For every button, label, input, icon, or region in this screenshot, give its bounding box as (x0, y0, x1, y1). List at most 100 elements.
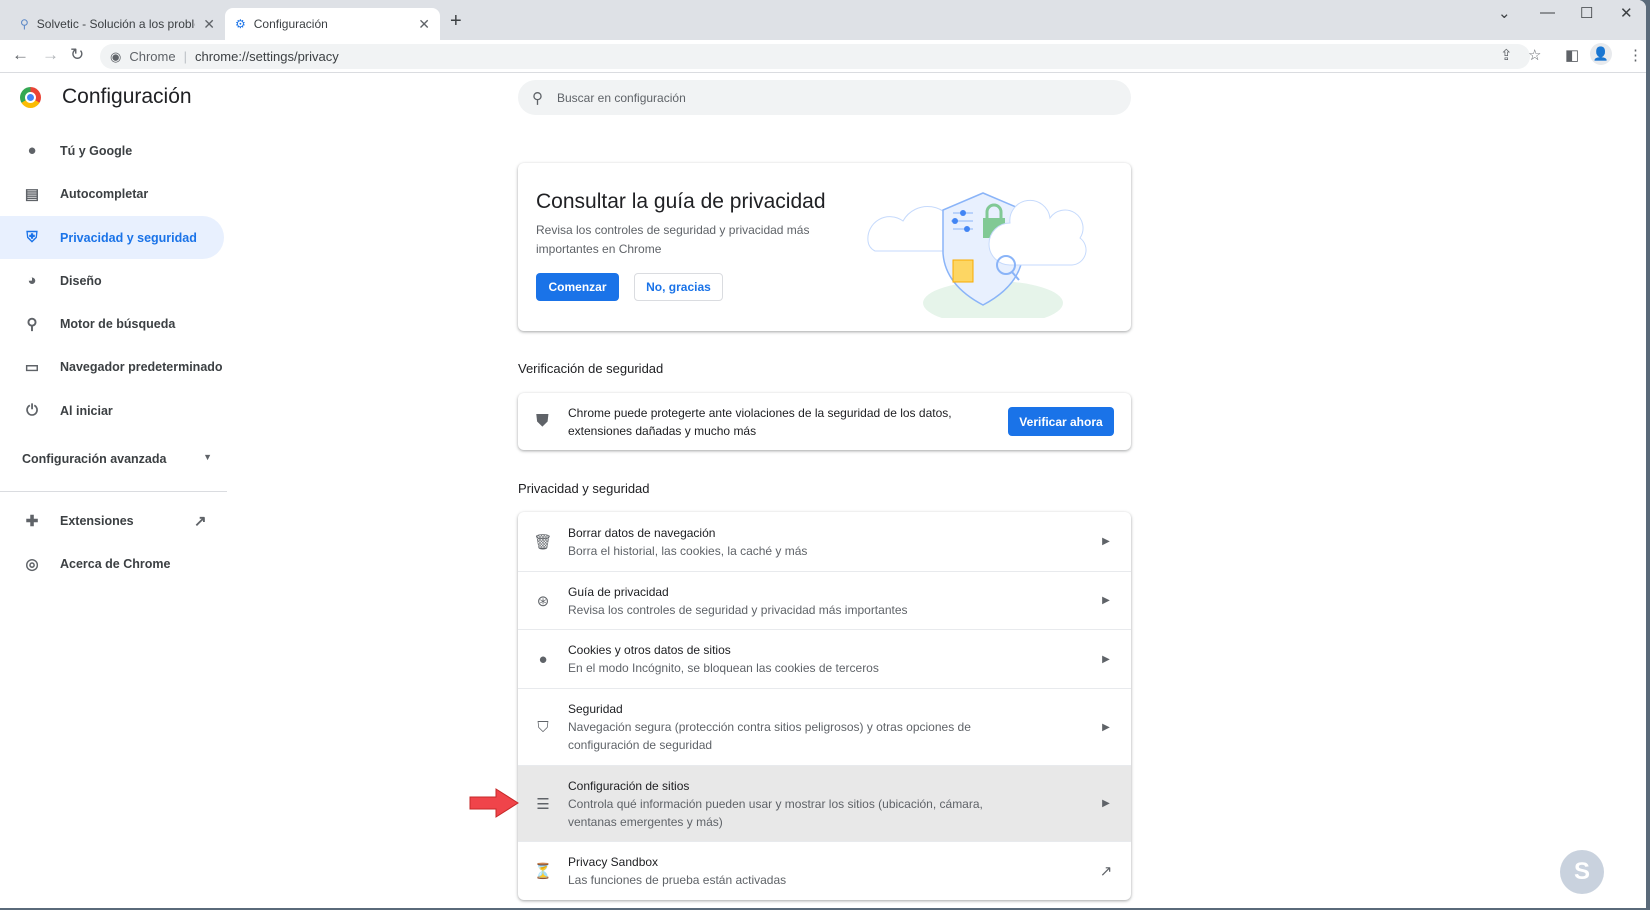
trash-icon: 🗑 (533, 533, 553, 551)
row-subtitle: Las funciones de prueba están activadas (568, 873, 787, 887)
row-subtitle: Revisa los controles de seguridad y priv… (568, 602, 908, 617)
sidebar-item-label: Extensiones (60, 513, 134, 528)
maximize-icon[interactable]: ☐ (1580, 4, 1593, 22)
browser-window: ⚲ Solvetic - Solución a los problemas ✕ … (0, 0, 1646, 908)
tab-solvetic[interactable]: ⚲ Solvetic - Solución a los problemas ✕ (10, 8, 225, 40)
row-title: Borrar datos de navegación (568, 525, 716, 540)
row-configuracion-sitios[interactable]: ☰ Configuración de sitios Controla qué inf… (518, 765, 1131, 841)
sidebar-item-label: Navegador predeterminado (60, 359, 223, 374)
menu-kebab-icon[interactable]: ⋮ (1628, 46, 1643, 64)
cookie-icon: ● (538, 650, 548, 668)
search-icon: ⚲ (26, 315, 38, 333)
power-icon: ⏻ (26, 402, 38, 419)
sidebar-item-diseno[interactable]: ◕ Diseño (0, 259, 224, 302)
tab-search-chevron-icon[interactable]: ⌄ (1498, 4, 1511, 22)
address-origin: Chrome (129, 49, 176, 64)
tune-icon: ☰ (536, 795, 550, 813)
row-title: Privacy Sandbox (568, 855, 659, 869)
row-privacy-sandbox[interactable]: ⏳ Privacy Sandbox Las funciones de prueba … (518, 841, 1131, 900)
sidebar-divider (0, 491, 227, 492)
sidebar-item-label: Tú y Google (60, 143, 133, 158)
row-seguridad[interactable]: ⛉ Seguridad Navegación segura (protección … (518, 688, 1131, 765)
caret-down-icon: ▼ (203, 452, 212, 462)
sidebar-item-acerca[interactable]: ◎ Acerca de Chrome (0, 542, 224, 585)
sidebar-item-tu-y-google[interactable]: ● Tú y Google (0, 129, 224, 172)
profile-avatar-icon[interactable]: 👤 (1590, 43, 1612, 65)
settings-search-input[interactable]: ⚲ Buscar en configuración (518, 80, 1131, 115)
sidebar-item-label: Motor de búsqueda (60, 316, 176, 331)
safety-check-text: Chrome puede protegerte ante violaciones… (568, 406, 952, 438)
row-title: Configuración de sitios (568, 778, 690, 793)
search-placeholder: Buscar en configuración (557, 90, 686, 105)
new-tab-plus-icon[interactable]: + (450, 10, 462, 33)
close-window-icon[interactable]: ✕ (1620, 4, 1633, 22)
tab-strip: ⚲ Solvetic - Solución a los problemas ✕ … (0, 0, 1646, 40)
close-tab-icon[interactable]: ✕ (418, 16, 430, 33)
sidebar-item-autocompletar[interactable]: ▤ Autocompletar (0, 172, 224, 215)
close-tab-icon[interactable]: ✕ (203, 16, 215, 33)
row-subtitle: Borra el historial, las cookies, la cach… (568, 543, 808, 558)
browser-icon: ▭ (24, 358, 40, 376)
sidebar-item-navegador[interactable]: ▭ Navegador predeterminado (0, 345, 224, 388)
watermark-logo: S (1560, 850, 1604, 894)
reload-icon[interactable]: ↻ (70, 45, 84, 65)
privacy-shield-illustration (867, 192, 1087, 318)
puzzle-icon: ✚ (25, 512, 39, 530)
advanced-settings-toggle[interactable]: Configuración avanzada ▼ (22, 452, 212, 466)
start-button[interactable]: Comenzar (536, 273, 619, 301)
tab-title: Configuración (253, 17, 328, 31)
sidebar-item-label: Privacidad y seguridad (60, 230, 197, 245)
sidebar-item-extensiones[interactable]: ✚ Extensiones ↗ (0, 499, 224, 542)
clipboard-icon: ▤ (24, 185, 40, 203)
address-bar[interactable]: ◉ Chrome | chrome://settings/privacy (100, 44, 1530, 69)
safety-check-card: ⛊ Chrome puede protegerte ante violacion… (518, 393, 1131, 450)
compass-icon: ⊛ (536, 592, 550, 610)
sidebar-item-privacidad[interactable]: ⛨ Privacidad y seguridad (0, 216, 224, 259)
sidebar-item-label: Al iniciar (60, 403, 113, 418)
verify-now-button[interactable]: Verificar ahora (1008, 407, 1114, 436)
card-title: Consultar la guía de privacidad (536, 190, 826, 213)
red-pointer-arrow-icon (469, 788, 519, 818)
row-title: Seguridad (568, 702, 623, 716)
privacy-settings-card: 🗑 Borrar datos de navegación Borra el hist… (518, 512, 1131, 900)
sidebar-item-label: Diseño (60, 273, 102, 288)
row-cookies[interactable]: ● Cookies y otros datos de sitios En el mo… (518, 629, 1131, 688)
no-thanks-button[interactable]: No, gracias (634, 273, 723, 301)
side-panel-icon[interactable]: ◧ (1565, 46, 1579, 64)
forward-icon[interactable]: → (42, 45, 59, 65)
row-title: Guía de privacidad (568, 584, 669, 599)
card-description: Revisa los controles de seguridad y priv… (536, 223, 810, 256)
open-external-icon[interactable]: ↗ (1081, 862, 1131, 880)
bookmark-star-icon[interactable]: ☆ (1528, 46, 1541, 64)
palette-icon: ◕ (27, 272, 37, 289)
arrow-right-icon: ▶ (1102, 653, 1110, 665)
row-guia-privacidad[interactable]: ⊛ Guía de privacidad Revisa los controles … (518, 571, 1131, 629)
arrow-right-icon: ▶ (1102, 536, 1110, 547)
sidebar-item-al-iniciar[interactable]: ⏻ Al iniciar (0, 389, 224, 432)
tab-configuracion[interactable]: ⚙ Configuración ✕ (225, 8, 440, 40)
sidebar-item-label: Acerca de Chrome (60, 556, 171, 571)
flask-icon: ⏳ (533, 863, 553, 880)
solvetic-icon: ⚲ (20, 17, 29, 31)
security-shield-icon: ⛉ (537, 718, 549, 736)
row-subtitle: En el modo Incógnito, se bloquean las co… (568, 661, 879, 675)
gear-icon: ⚙ (235, 17, 246, 31)
minimize-icon[interactable]: — (1540, 4, 1555, 21)
row-subtitle: Navegación segura (protección contra sit… (568, 720, 971, 752)
safety-check-heading: Verificación de seguridad (518, 361, 664, 376)
back-icon[interactable]: ← (12, 45, 29, 65)
share-icon[interactable]: ⇪ (1500, 46, 1513, 64)
arrow-right-icon: ▶ (1102, 595, 1110, 606)
arrow-right-icon: ▶ (1102, 721, 1110, 733)
address-url: chrome://settings/privacy (194, 49, 339, 64)
advanced-label: Configuración avanzada (22, 452, 167, 466)
chrome-site-icon: ◉ (110, 48, 122, 64)
toolbar: ← → ↻ ◉ Chrome | chrome://settings/priva… (0, 40, 1646, 73)
chrome-logo-icon (20, 87, 41, 108)
sidebar-item-motor-busqueda[interactable]: ⚲ Motor de búsqueda (0, 302, 224, 345)
sidebar-item-label: Autocompletar (60, 186, 149, 201)
row-title: Cookies y otros datos de sitios (568, 643, 731, 657)
person-icon: ● (27, 142, 37, 159)
row-borrar-datos[interactable]: 🗑 Borrar datos de navegación Borra el hist… (518, 512, 1131, 571)
chrome-icon: ◎ (25, 555, 39, 573)
